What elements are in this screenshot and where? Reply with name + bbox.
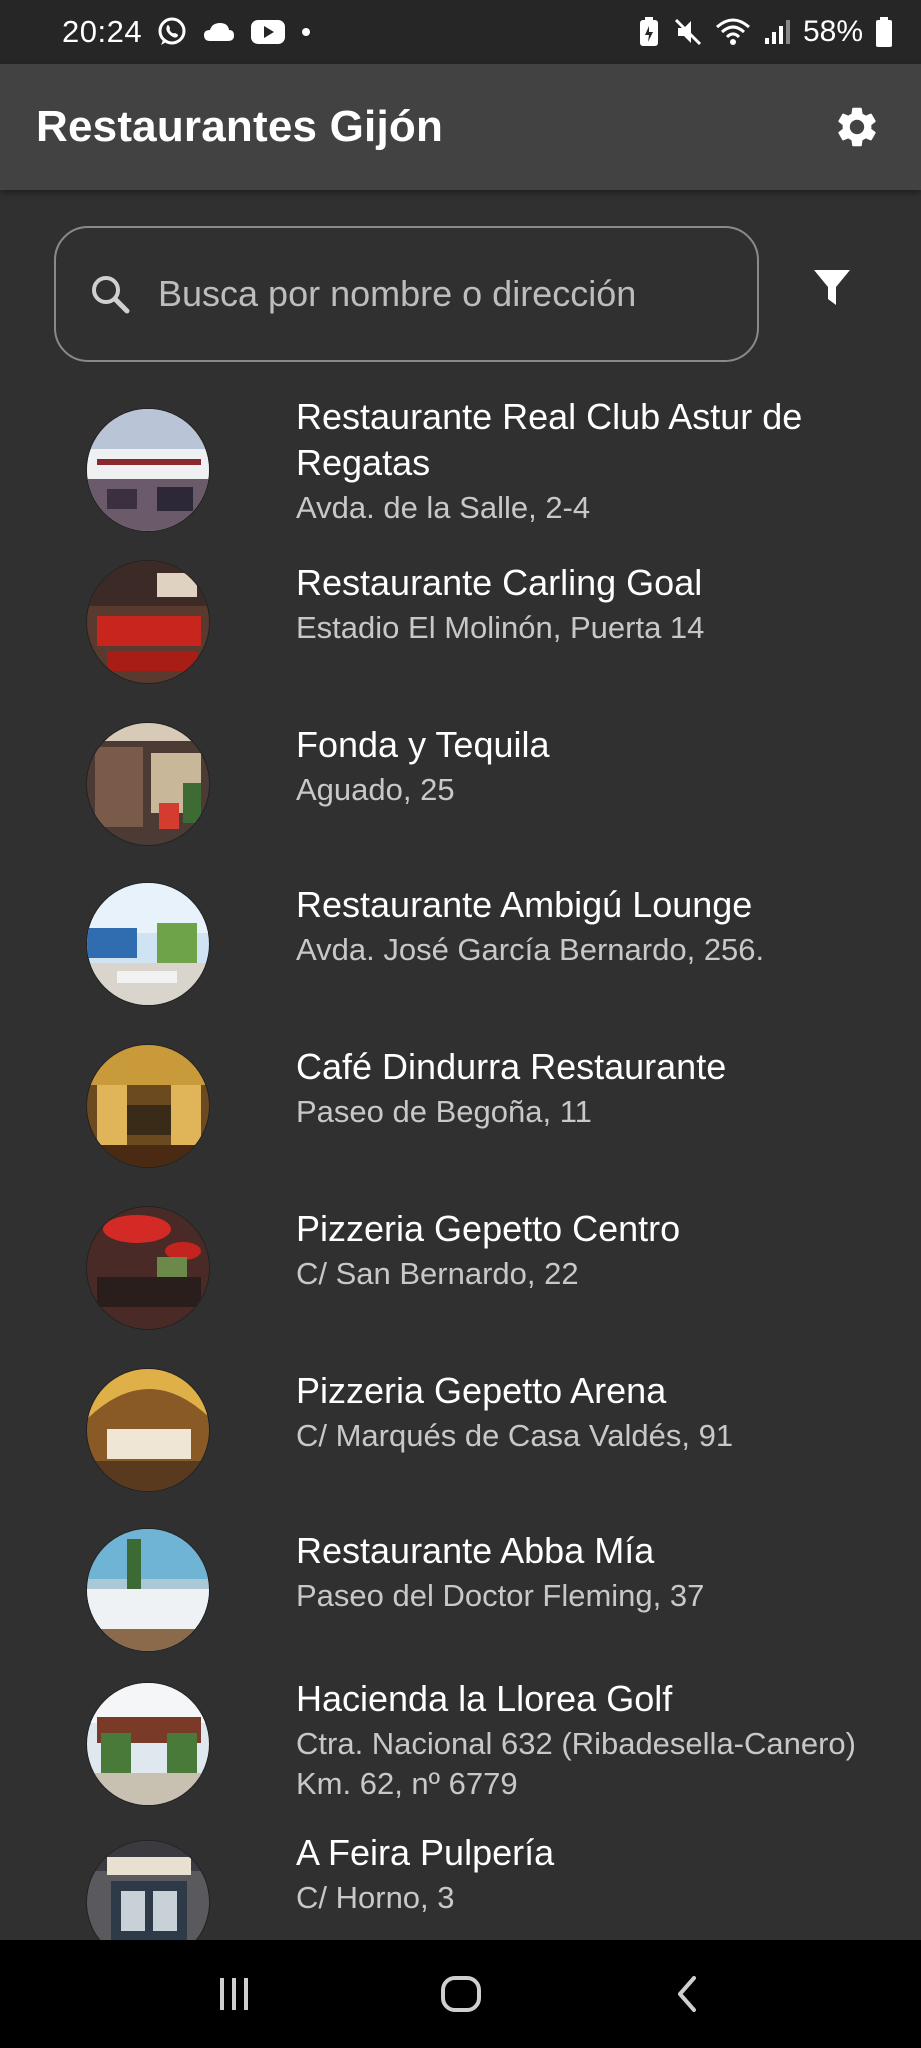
back-button[interactable] [648, 1954, 728, 2034]
restaurant-photo [86, 408, 210, 532]
restaurant-photo [86, 722, 210, 846]
wifi-icon [715, 17, 751, 47]
restaurant-name: Café Dindurra Restaurante [296, 1046, 727, 1087]
settings-button[interactable] [829, 99, 885, 155]
restaurant-address: Ctra. Nacional 632 (Ribadesella-Canero) … [296, 1726, 856, 1801]
restaurant-address: Avda. José García Bernardo, 256. [296, 932, 765, 967]
restaurant-name: Fonda y Tequila [296, 724, 550, 765]
battery-saver-icon [637, 16, 661, 48]
list-item[interactable]: Fonda y Tequila Aguado, 25 [0, 722, 921, 862]
restaurant-photo [86, 560, 210, 684]
restaurant-name: Hacienda la Llorea Golf [296, 1678, 673, 1719]
gear-icon [833, 103, 881, 151]
status-bar: 20:24 58% [0, 0, 921, 64]
battery-icon [875, 16, 893, 48]
restaurant-name: Restaurante Carling Goal [296, 562, 703, 603]
home-button[interactable] [421, 1954, 501, 2034]
list-item[interactable]: Restaurante Abba Mía Paseo del Doctor Fl… [0, 1528, 921, 1668]
app-title: Restaurantes Gijón [36, 102, 444, 151]
restaurant-address: C/ Horno, 3 [296, 1880, 455, 1915]
restaurant-address: Paseo del Doctor Fleming, 37 [296, 1578, 705, 1613]
list-item[interactable]: Pizzeria Gepetto Arena C/ Marqués de Cas… [0, 1368, 921, 1508]
restaurant-photo [86, 1368, 210, 1492]
mute-icon [673, 17, 703, 47]
restaurant-name: Restaurante Abba Mía [296, 1530, 655, 1571]
navigation-bar [0, 1940, 921, 2048]
list-item[interactable]: Café Dindurra Restaurante Paseo de Begoñ… [0, 1044, 921, 1184]
restaurant-photo [86, 1528, 210, 1652]
restaurant-address: Avda. de la Salle, 2-4 [296, 490, 591, 525]
battery-percent: 58% [802, 15, 863, 48]
search-icon [86, 270, 134, 318]
app-bar: Restaurantes Gijón [0, 64, 921, 190]
filter-button[interactable] [800, 256, 864, 320]
restaurant-address: C/ San Bernardo, 22 [296, 1256, 579, 1291]
restaurant-name: Restaurante Ambigú Lounge [296, 884, 753, 925]
restaurant-address: Paseo de Begoña, 11 [296, 1094, 592, 1129]
recent-apps-icon [214, 1974, 254, 2014]
list-item[interactable]: Restaurante Real Club Astur de Regatas A… [0, 394, 921, 534]
list-item[interactable]: Hacienda la Llorea Golf Ctra. Nacional 6… [0, 1678, 921, 1820]
signal-icon [763, 18, 791, 46]
back-icon [668, 1972, 708, 2016]
search-box[interactable] [54, 226, 759, 362]
youtube-icon [250, 19, 286, 45]
restaurant-name: A Feira Pulpería [296, 1832, 555, 1873]
restaurant-name: Restaurante Real Club Astur de Regatas [296, 396, 803, 483]
restaurant-photo [86, 1044, 210, 1168]
restaurant-photo [86, 1682, 210, 1806]
whatsapp-icon [156, 16, 188, 48]
restaurant-photo [86, 1206, 210, 1330]
status-time: 20:24 [62, 14, 143, 49]
recent-apps-button[interactable] [194, 1954, 274, 2034]
restaurant-photo [86, 882, 210, 1006]
list-item[interactable]: A Feira Pulpería C/ Horno, 3 [0, 1832, 921, 1964]
home-icon [439, 1972, 483, 2016]
restaurant-name: Pizzeria Gepetto Arena [296, 1370, 667, 1411]
restaurant-address: C/ Marqués de Casa Valdés, 91 [296, 1418, 734, 1453]
dot-icon [300, 26, 312, 38]
list-item[interactable]: Restaurante Ambigú Lounge Avda. José Gar… [0, 882, 921, 1022]
list-item[interactable]: Restaurante Carling Goal Estadio El Moli… [0, 560, 921, 700]
list-item[interactable]: Pizzeria Gepetto Centro C/ San Bernardo,… [0, 1206, 921, 1346]
app-root: 20:24 58% Restaurantes Gijón Busca por n… [0, 0, 921, 2048]
restaurant-address: Estadio El Molinón, Puerta 14 [296, 610, 705, 645]
restaurant-address: Aguado, 25 [296, 772, 455, 807]
search-input[interactable] [158, 254, 757, 334]
restaurant-name: Pizzeria Gepetto Centro [296, 1208, 681, 1249]
cloud-icon [202, 20, 236, 44]
filter-icon [812, 267, 852, 309]
